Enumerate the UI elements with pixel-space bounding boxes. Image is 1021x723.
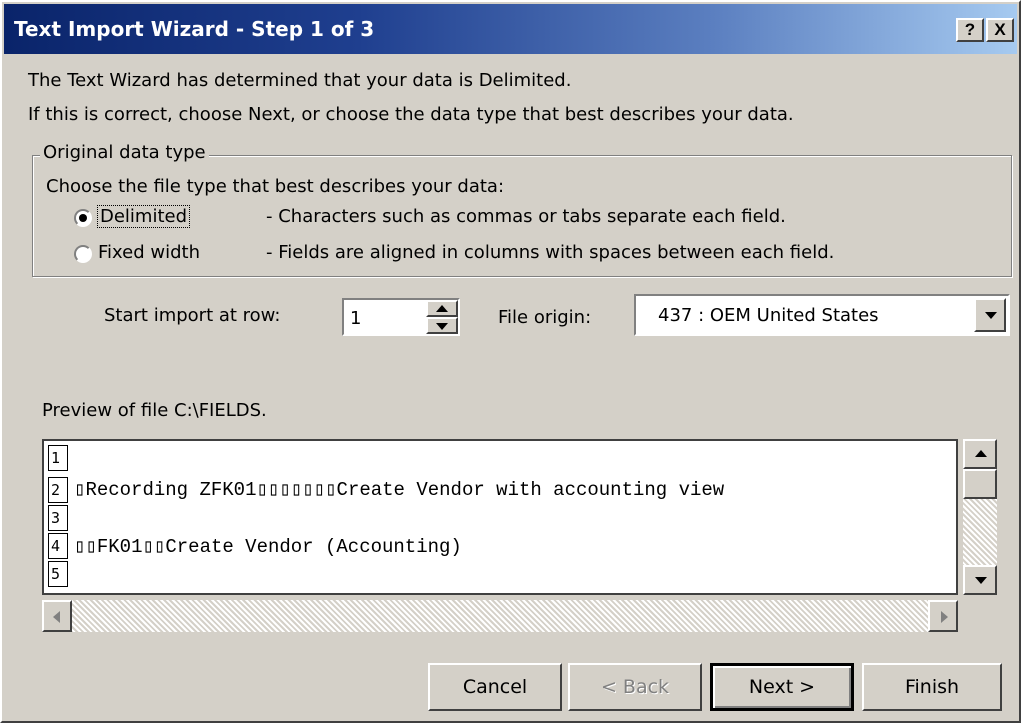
- scroll-thumb[interactable]: [963, 469, 997, 499]
- preview-row-text: ▯Recording ZFK01▯▯▯▯▯▯▯Create Vendor wit…: [74, 479, 725, 501]
- next-button[interactable]: Next >: [710, 663, 854, 711]
- intro-line-1: The Text Wizard has determined that your…: [28, 70, 572, 91]
- spin-up-button[interactable]: [426, 300, 458, 317]
- fixed-width-description: - Fields are aligned in columns with spa…: [266, 242, 835, 263]
- file-origin-dropdown-button[interactable]: [974, 298, 1006, 332]
- title-bar[interactable]: Text Import Wizard - Step 1 of 3 ? X: [4, 4, 1017, 54]
- spin-down-icon: [436, 323, 448, 330]
- row-number: 4: [48, 533, 68, 559]
- scroll-up-icon: [975, 450, 987, 457]
- fixed-width-label[interactable]: Fixed width: [98, 242, 200, 263]
- cancel-button[interactable]: Cancel: [428, 663, 562, 711]
- close-button[interactable]: X: [986, 18, 1014, 42]
- radio-selected-dot: [79, 214, 87, 222]
- preview-row-text: ▯▯FK01▯▯Create Vendor (Accounting): [74, 536, 462, 558]
- spin-down-button[interactable]: [426, 317, 458, 334]
- scroll-down-button[interactable]: [963, 565, 997, 595]
- delimited-label[interactable]: Delimited: [96, 205, 191, 228]
- scroll-left-icon: [53, 611, 60, 623]
- help-button[interactable]: ?: [956, 18, 984, 42]
- file-origin-value: 437 : OEM United States: [658, 305, 879, 326]
- file-origin-select[interactable]: 437 : OEM United States: [634, 294, 1010, 336]
- delimited-description: - Characters such as commas or tabs sepa…: [266, 206, 786, 227]
- finish-button[interactable]: Finish: [862, 663, 1002, 711]
- fixed-width-radio[interactable]: [74, 245, 92, 263]
- scroll-right-icon: [941, 611, 948, 623]
- scroll-left-button[interactable]: [42, 600, 72, 632]
- row-number: 2: [48, 477, 68, 503]
- preview-label: Preview of file C:\FIELDS.: [42, 400, 267, 421]
- scroll-down-icon: [975, 577, 987, 584]
- row-number: 1: [48, 445, 68, 471]
- scroll-right-button[interactable]: [928, 600, 958, 632]
- text-import-wizard-dialog: Text Import Wizard - Step 1 of 3 ? X The…: [0, 0, 1021, 723]
- intro-line-2: If this is correct, choose Next, or choo…: [28, 104, 794, 125]
- chevron-down-icon: [985, 312, 997, 319]
- preview-pane[interactable]: 1 2 ▯Recording ZFK01▯▯▯▯▯▯▯Create Vendor…: [42, 439, 958, 595]
- preview-vertical-scrollbar[interactable]: [963, 439, 997, 595]
- original-data-type-legend: Original data type: [40, 142, 209, 163]
- back-button[interactable]: < Back: [568, 663, 702, 711]
- row-number: 3: [48, 505, 68, 531]
- file-origin-label: File origin:: [498, 307, 592, 328]
- scroll-up-button[interactable]: [963, 439, 997, 469]
- delimited-radio[interactable]: [74, 209, 92, 227]
- spin-up-icon: [436, 305, 448, 312]
- start-row-input[interactable]: 1: [342, 298, 460, 336]
- row-number: 5: [48, 561, 68, 587]
- start-row-value: 1: [350, 308, 362, 329]
- preview-horizontal-scrollbar[interactable]: [42, 600, 958, 632]
- window-title: Text Import Wizard - Step 1 of 3: [14, 17, 375, 41]
- start-row-label: Start import at row:: [104, 305, 281, 326]
- file-type-prompt: Choose the file type that best describes…: [46, 176, 505, 197]
